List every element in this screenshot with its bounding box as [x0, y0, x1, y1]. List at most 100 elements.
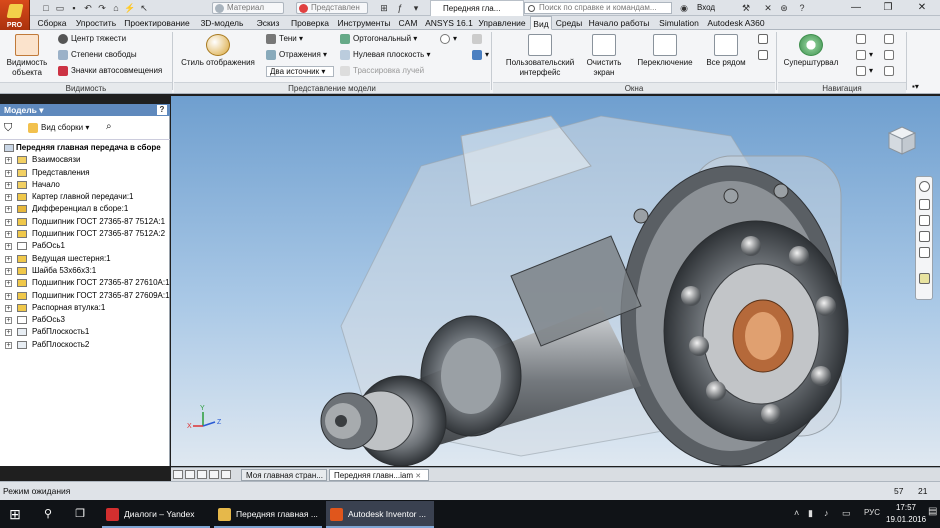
pan-button[interactable]: [856, 34, 869, 44]
notifications-icon[interactable]: ▤: [928, 506, 937, 517]
navbar-options-icon[interactable]: [919, 273, 930, 284]
expand-icon[interactable]: +: [5, 206, 12, 214]
select-icon[interactable]: ↖: [138, 2, 150, 14]
tree-node[interactable]: + РабПлоскость1: [2, 326, 168, 338]
help-search-input[interactable]: Поиск по справке и командам...: [524, 2, 672, 14]
volume-icon[interactable]: ♪: [824, 508, 829, 518]
viewcube[interactable]: [885, 124, 919, 158]
orthographic-button[interactable]: Ортогональный ▾: [340, 34, 417, 44]
redo-icon[interactable]: ↷: [96, 2, 108, 14]
expand-icon[interactable]: +: [5, 218, 12, 226]
expand-icon[interactable]: +: [5, 255, 12, 263]
tab-10[interactable]: Вид: [530, 16, 552, 30]
measure-icon[interactable]: ⊞: [378, 2, 390, 14]
taskbar-app[interactable]: Диалоги – Yandex: [102, 501, 210, 528]
assembly-view-select[interactable]: Вид сборки ▾: [28, 123, 89, 133]
login-link[interactable]: Вход: [697, 0, 715, 16]
pan-nav-icon[interactable]: [919, 199, 930, 210]
list-windows-icon[interactable]: [209, 470, 219, 479]
representation-select[interactable]: Представлен: [296, 2, 368, 14]
network-icon[interactable]: ▮: [808, 508, 813, 519]
update-icon[interactable]: ⚡: [124, 2, 136, 14]
search-taskbar-icon[interactable]: ⚲: [36, 501, 60, 528]
tab-11[interactable]: Среды: [554, 16, 584, 30]
expand-icon[interactable]: +: [5, 341, 12, 349]
visual-style-button[interactable]: Стиль отображения: [178, 34, 258, 68]
tree-root[interactable]: Передняя главная передача в сборе: [2, 142, 168, 154]
restore-button[interactable]: ❐: [876, 0, 900, 16]
tab-4[interactable]: Эскиз: [252, 16, 284, 30]
tab-9[interactable]: Управление: [476, 16, 528, 30]
cascade-windows-icon[interactable]: [185, 470, 195, 479]
user-interface-button[interactable]: Пользовательский интерфейс: [498, 34, 582, 77]
app-menu-button[interactable]: PRO: [0, 0, 30, 32]
expand-icon[interactable]: +: [5, 329, 12, 337]
material-select[interactable]: Материал: [212, 2, 284, 14]
appearance-button[interactable]: ▾: [440, 34, 457, 44]
expand-icon[interactable]: +: [5, 317, 12, 325]
tree-node[interactable]: + Взаимосвязи: [2, 154, 168, 166]
tab-8[interactable]: ANSYS 16.1: [424, 16, 474, 30]
open-icon[interactable]: ▭: [54, 2, 66, 14]
steering-wheels-button[interactable]: Суперштурвал: [780, 34, 842, 68]
taskbar-app[interactable]: Autodesk Inventor ...: [326, 501, 434, 528]
center-of-gravity-button[interactable]: Центр тяжести: [58, 34, 126, 44]
battery-icon[interactable]: ▭: [842, 508, 851, 519]
tree-node[interactable]: + Картер главной передачи:1: [2, 191, 168, 203]
tree-node[interactable]: + Начало: [2, 179, 168, 191]
ground-plane-button[interactable]: Нулевая плоскость ▾: [340, 50, 431, 60]
task-view-icon[interactable]: ❐: [68, 501, 92, 528]
look-at-nav-icon[interactable]: [919, 247, 930, 258]
cart-icon[interactable]: ⚒: [740, 2, 752, 14]
expand-icon[interactable]: +: [5, 292, 12, 300]
section-button[interactable]: ▾: [472, 50, 489, 60]
expand-icon[interactable]: +: [5, 243, 12, 251]
tab-2[interactable]: Проектирование: [122, 16, 192, 30]
tab-13[interactable]: Simulation: [654, 16, 704, 30]
look-at-button[interactable]: [884, 34, 897, 44]
object-visibility-button[interactable]: Видимость объекта: [4, 34, 50, 77]
tab-0[interactable]: Сборка: [34, 16, 70, 30]
home-icon[interactable]: ⌂: [110, 2, 122, 14]
expand-icon[interactable]: +: [5, 304, 12, 312]
tray-up-icon[interactable]: ˄: [794, 508, 799, 518]
close-windows-icon[interactable]: [221, 470, 231, 479]
orbit-free-button[interactable]: [884, 66, 897, 76]
tree-node[interactable]: + Шайба 53х66х3:1: [2, 265, 168, 277]
exchange-icon[interactable]: ✕: [762, 2, 774, 14]
filter-icon[interactable]: ⛉: [4, 122, 12, 135]
expand-icon[interactable]: +: [5, 231, 12, 239]
tree-node[interactable]: + Ведущая шестерня:1: [2, 253, 168, 265]
account-icon[interactable]: ◉: [678, 2, 690, 14]
ray-tracing-button[interactable]: Трассировка лучей: [340, 66, 424, 76]
tree-node[interactable]: + РабОсь3: [2, 314, 168, 326]
clock[interactable]: 17:57 19.01.2016: [886, 502, 926, 526]
language-indicator[interactable]: РУС: [864, 508, 880, 517]
close-button[interactable]: ✕: [910, 0, 934, 16]
reflections-button[interactable]: Отражения ▾: [266, 50, 327, 60]
tree-node[interactable]: + Подшипник ГОСТ 27365-87 27609А:1: [2, 290, 170, 302]
light-source-select[interactable]: Два источник ▾: [266, 66, 334, 77]
tree-node[interactable]: + Подшипник ГОСТ 27365-87 7512А:2: [2, 228, 168, 240]
zoom-window-button[interactable]: [884, 50, 897, 60]
tile-windows-icon[interactable]: [173, 470, 183, 479]
cascade-button[interactable]: [758, 34, 771, 44]
save-icon[interactable]: ▪: [68, 2, 80, 14]
new-window-button[interactable]: [758, 50, 771, 60]
help-icon[interactable]: ?: [796, 2, 808, 14]
tab-3[interactable]: 3D-модель: [194, 16, 250, 30]
tab-14[interactable]: Autodesk A360: [706, 16, 766, 30]
clean-screen-button[interactable]: Очистить экран: [584, 34, 624, 77]
undo-icon[interactable]: ↶: [82, 2, 94, 14]
tab-1[interactable]: Упростить: [72, 16, 120, 30]
dropdown-icon[interactable]: ▾: [410, 2, 422, 14]
browser-help-icon[interactable]: ?: [157, 105, 167, 115]
find-icon[interactable]: ⌕: [106, 121, 112, 132]
tree-node[interactable]: + Подшипник ГОСТ 27365-87 27610А:1: [2, 277, 170, 289]
minimize-button[interactable]: —: [844, 0, 868, 16]
full-navigation-wheel-icon[interactable]: [919, 181, 930, 192]
slice-button[interactable]: [472, 34, 485, 44]
zoom-nav-icon[interactable]: [919, 215, 930, 226]
expand-icon[interactable]: +: [5, 181, 12, 189]
tab-7[interactable]: CAM: [394, 16, 422, 30]
